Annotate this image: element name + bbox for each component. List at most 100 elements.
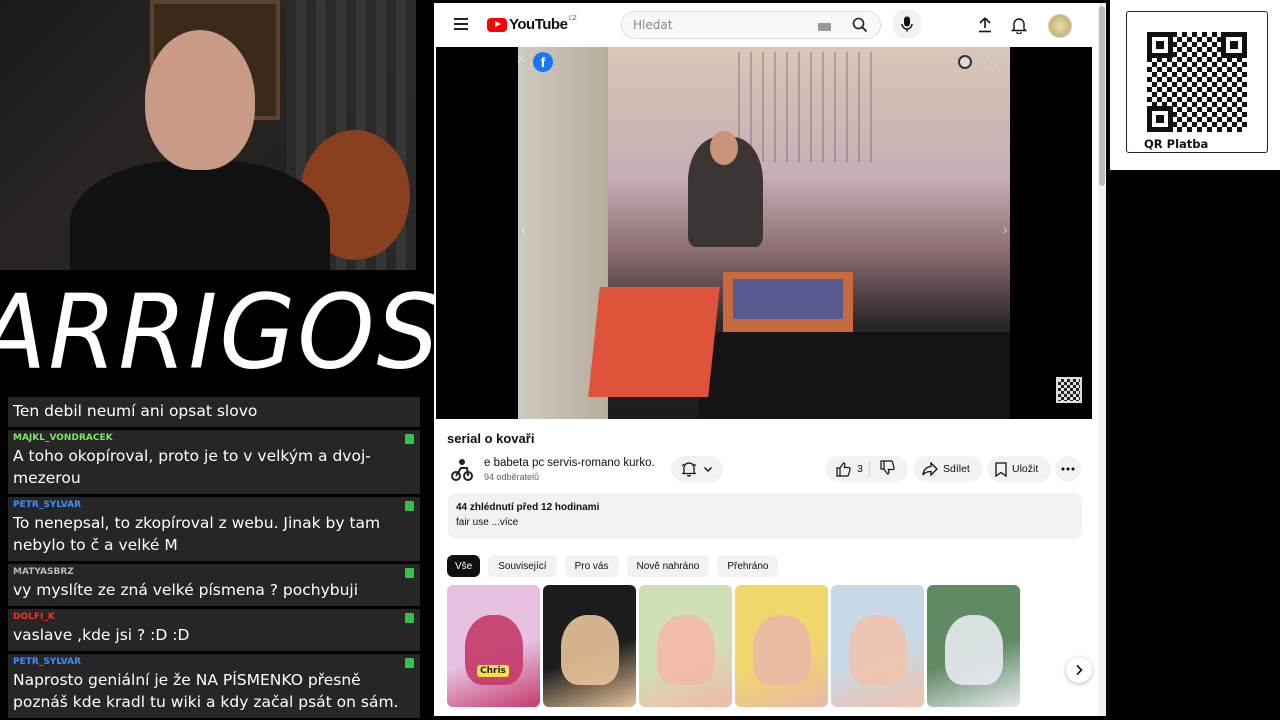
- chat-message: MAJKL_VONDRACEK A toho okopíroval, proto …: [8, 430, 420, 494]
- zoom-in-icon[interactable]: [958, 55, 972, 69]
- streamer-body: [70, 160, 330, 270]
- description-snippet: fair use ...více: [456, 517, 519, 528]
- chip-4[interactable]: Přehráno: [717, 555, 779, 577]
- kick-badge-icon: [405, 501, 414, 511]
- microphone-icon: [901, 16, 913, 32]
- stream-logo-text: ARRIGOS: [0, 272, 441, 393]
- save-button[interactable]: Uložit: [987, 456, 1051, 482]
- account-avatar[interactable]: [1048, 14, 1072, 38]
- thumbnails-next-button[interactable]: [1066, 657, 1092, 683]
- share-label: Sdílet: [943, 463, 970, 475]
- recommended-thumbnails: Chris: [447, 585, 1020, 707]
- video-thumbnail[interactable]: [927, 585, 1020, 707]
- like-count: 3: [857, 463, 863, 475]
- chat-message: DOLFI_Kvaslave ,kde jsi ? :D :D: [8, 609, 420, 651]
- chat-username: MAJKL_VONDRACEK: [13, 433, 113, 443]
- description-box[interactable]: 44 zhlédnutí před 12 hodinami fair use .…: [448, 493, 1082, 539]
- upload-button[interactable]: [975, 15, 995, 35]
- more-horizontal-icon: [1061, 467, 1075, 471]
- webcam-feed: [0, 0, 416, 270]
- kick-badge-icon: [405, 568, 414, 578]
- youtube-play-icon: [487, 17, 507, 32]
- chat-message: MATYASBRZ vy myslíte ze zná velké písmena…: [8, 564, 420, 606]
- streamer-head: [145, 30, 255, 170]
- dislike-button[interactable]: [870, 460, 895, 478]
- search-placeholder: Hledat: [633, 18, 673, 32]
- qr-code-icon: [1056, 377, 1082, 403]
- chat-username: PETR_SYLVAR: [13, 657, 82, 667]
- youtube-window: YouTube CZ Hledat ✕ f ‹ › serial o kovař…: [434, 3, 1106, 716]
- chat-text: Naprosto geniální je že NA PÍSMENKO přes…: [13, 671, 399, 711]
- chevron-right-icon: [1076, 664, 1083, 676]
- chat-text: Ten debil neumí ani opsat slovo: [13, 402, 258, 420]
- close-icon[interactable]: ✕: [516, 52, 526, 66]
- chat-username: DOLFI_K: [13, 612, 55, 622]
- bell-icon: [681, 462, 697, 477]
- voice-search-button[interactable]: [892, 9, 922, 39]
- video-thumbnail[interactable]: [831, 585, 924, 707]
- keyboard-icon[interactable]: [818, 23, 831, 31]
- like-dislike-group: 3: [826, 456, 908, 482]
- thumbnail-caption: Chris: [477, 665, 509, 677]
- video-frame: [518, 47, 1010, 419]
- video-thumbnail[interactable]: [735, 585, 828, 707]
- chat-text: vaslave ,kde jsi ? :D :D: [13, 626, 190, 644]
- more-actions-button[interactable]: [1055, 456, 1081, 482]
- chat-message: PETR_SYLVAR To nenepsal, to zkopíroval z …: [8, 497, 420, 561]
- upload-icon: [979, 17, 991, 33]
- channel-name[interactable]: e babeta pc servis-romano kurko.: [484, 457, 655, 469]
- chat-text: To nenepsal, to zkopíroval z webu. Jinak…: [13, 514, 381, 554]
- thumbs-down-icon: [880, 460, 895, 475]
- zoom-out-icon[interactable]: [984, 55, 998, 69]
- like-button[interactable]: 3: [826, 461, 870, 477]
- scrollbar[interactable]: [1098, 3, 1106, 716]
- chat-panel: Ten debil neumí ani opsat slovo MAJKL_VON…: [8, 397, 420, 720]
- search-input[interactable]: Hledat: [621, 11, 881, 39]
- stream-logo: ARRIGOS: [0, 270, 439, 395]
- video-player[interactable]: ✕ f ‹ ›: [436, 47, 1092, 419]
- search-button[interactable]: [840, 12, 880, 38]
- chat-username: MATYASBRZ: [13, 567, 74, 577]
- chat-message: PETR_SYLVAR Naprosto geniální je že NA PÍ…: [8, 654, 420, 718]
- kick-badge-icon: [405, 658, 414, 668]
- qr-frame: [1126, 11, 1268, 153]
- subscribed-button[interactable]: [671, 456, 723, 482]
- menu-icon[interactable]: [454, 18, 468, 30]
- chip-3[interactable]: Nově nahráno: [626, 555, 710, 577]
- search-icon: [852, 17, 868, 33]
- chip-0[interactable]: Vše: [447, 555, 481, 577]
- qr-payment-panel: QR Platba: [1110, 0, 1280, 170]
- youtube-logo[interactable]: YouTube CZ: [487, 15, 577, 33]
- chat-username: PETR_SYLVAR: [13, 500, 82, 510]
- youtube-header: YouTube CZ Hledat: [434, 3, 1106, 47]
- notifications-button[interactable]: [1009, 15, 1029, 35]
- qr-label: QR Platba: [1141, 137, 1212, 151]
- kick-badge-icon: [405, 434, 414, 444]
- qr-code: [1147, 32, 1247, 132]
- filter-chips: Vše Související Pro vás Nově nahráno Přehrán…: [447, 555, 779, 577]
- save-label: Uložit: [1012, 463, 1039, 475]
- view-count-and-date: 44 zhlédnutí před 12 hodinami: [456, 502, 600, 513]
- youtube-logo-text: YouTube: [509, 16, 568, 33]
- bookmark-icon: [995, 461, 1007, 477]
- chip-2[interactable]: Pro vás: [564, 555, 619, 577]
- channel-avatar[interactable]: [450, 456, 474, 482]
- next-arrow-icon[interactable]: ›: [1002, 220, 1020, 242]
- video-title: serial o kovaři: [447, 431, 535, 446]
- chat-text: vy myslíte ze zná velké písmena ? pochyb…: [13, 581, 359, 599]
- previous-arrow-icon[interactable]: ‹: [520, 220, 538, 242]
- thumbs-up-icon: [836, 461, 851, 477]
- video-thumbnail[interactable]: [543, 585, 636, 707]
- country-code: CZ: [568, 15, 577, 22]
- chip-1[interactable]: Související: [488, 555, 557, 577]
- share-button[interactable]: Sdílet: [914, 456, 982, 482]
- video-thumbnail[interactable]: [639, 585, 732, 707]
- chevron-down-icon: [704, 467, 712, 472]
- facebook-icon: f: [533, 52, 553, 72]
- kick-badge-icon: [405, 613, 414, 623]
- video-thumbnail[interactable]: Chris: [447, 585, 540, 707]
- subscriber-count: 94 odběratelů: [484, 472, 540, 482]
- chat-text: A toho okopíroval, proto je to v velkým …: [13, 447, 371, 487]
- bell-icon: [1011, 17, 1027, 34]
- chat-message: Ten debil neumí ani opsat slovo: [8, 397, 420, 427]
